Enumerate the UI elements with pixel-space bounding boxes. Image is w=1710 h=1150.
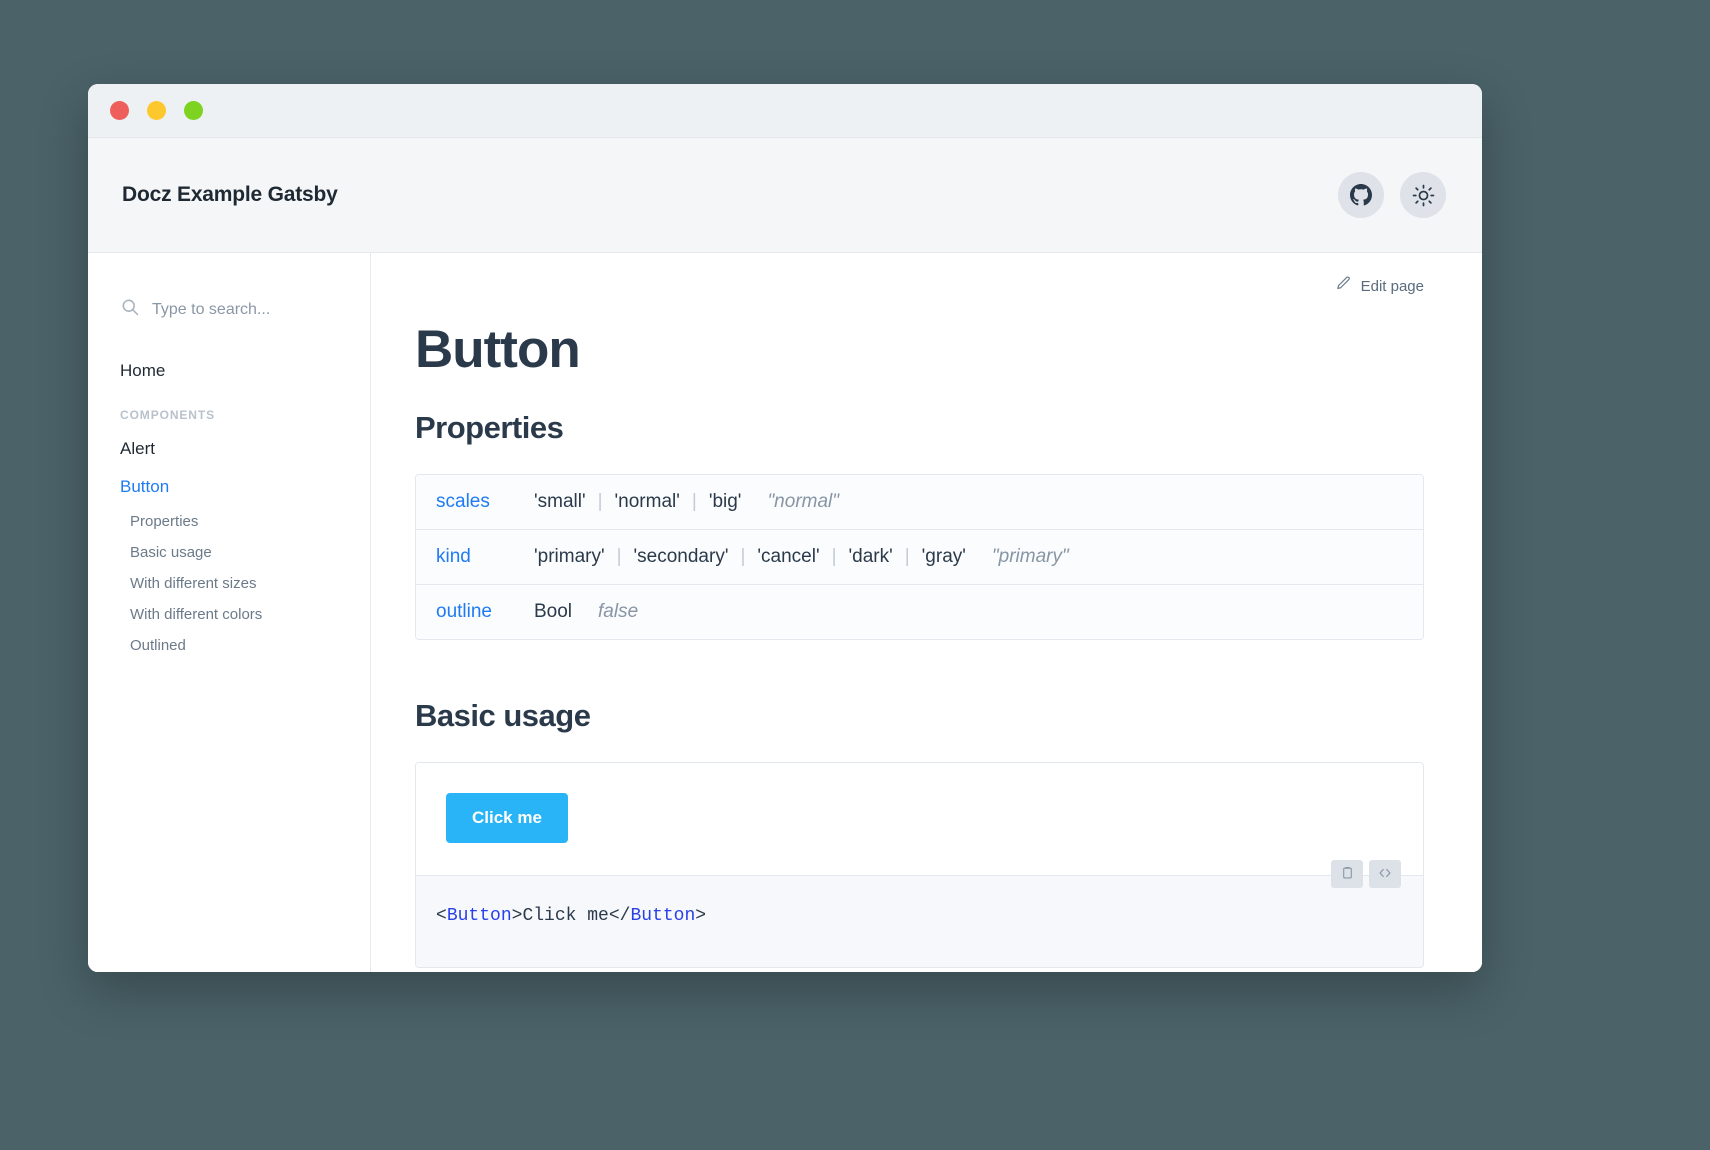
property-type: 'small' | 'normal' | 'big' [534,491,741,513]
type-value: 'cancel' [757,546,820,567]
minimize-window-button[interactable] [147,101,166,120]
table-row: scales 'small' | 'normal' | 'big' "norma… [416,475,1423,530]
code-tag-name: Button [446,906,512,926]
site-header: Docz Example Gatsby [88,138,1482,253]
type-separator: | [740,546,746,567]
type-value: 'gray' [921,546,966,567]
window-body: Home COMPONENTS Alert Button Properties … [88,253,1482,972]
search-icon [120,297,140,322]
property-name: outline [436,601,492,622]
properties-heading: Properties [415,410,564,445]
sidebar-subitem-properties[interactable]: Properties [88,506,370,537]
type-value: 'dark' [848,546,893,567]
code-icon [1377,866,1393,883]
code-toolbar [1331,860,1401,888]
window-titlebar [88,84,1482,138]
code-tag-name: Button [630,906,696,926]
sidebar-subitem-outlined[interactable]: Outlined [88,630,370,661]
main-content: Edit page Button Properties scales 'smal… [371,253,1482,972]
type-separator: | [904,546,910,567]
property-name: kind [436,546,471,567]
basic-usage-heading: Basic usage [415,698,591,733]
maximize-window-button[interactable] [184,101,203,120]
type-value: 'big' [708,491,742,512]
code-bracket: < [436,906,447,926]
code-text: Click me [522,906,609,926]
type-value: Bool [534,601,573,622]
property-default: "normal" [767,491,840,512]
show-code-button[interactable] [1369,860,1401,888]
app-window: Docz Example Gatsby Type to search... Ho… [88,84,1482,972]
code-snippet: <Button>Click me</Button> [436,906,1397,926]
code-playground: Click me <Button>Click me</Button> [415,762,1424,968]
code-bracket: > [511,906,523,926]
type-separator: | [691,491,697,512]
playground-code: <Button>Click me</Button> [416,860,1423,967]
github-link-button[interactable] [1338,172,1384,218]
sidebar-item-home[interactable]: Home [88,352,370,390]
type-separator: | [831,546,837,567]
type-separator: | [616,546,622,567]
search-input[interactable] [152,300,342,319]
copy-code-button[interactable] [1331,860,1363,888]
header-actions [1338,172,1446,218]
playground-preview: Click me [416,763,1423,875]
type-value: 'normal' [614,491,680,512]
sidebar-subitem-with-different-colors[interactable]: With different colors [88,599,370,630]
property-default: false [598,601,639,622]
property-default: "primary" [991,546,1069,567]
code-bracket: </ [608,906,631,926]
sun-icon [1412,184,1435,207]
type-separator: | [597,491,603,512]
sidebar: Home COMPONENTS Alert Button Properties … [88,253,371,972]
github-icon [1350,184,1372,206]
sidebar-item-alert[interactable]: Alert [88,430,370,468]
sidebar-item-button[interactable]: Button [88,468,370,506]
site-brand: Docz Example Gatsby [122,183,338,206]
property-type: 'primary' | 'secondary' | 'cancel' | 'da… [534,546,966,568]
sidebar-search[interactable] [88,297,370,322]
page-title: Button [415,320,581,379]
type-value: 'secondary' [633,546,729,567]
property-name: scales [436,491,490,512]
click-me-button[interactable]: Click me [446,793,568,843]
code-bracket: > [695,906,707,926]
close-window-button[interactable] [110,101,129,120]
table-row: outline Bool false [416,585,1423,639]
clipboard-icon [1341,865,1354,883]
traffic-lights [110,101,203,120]
pencil-icon [1335,275,1352,297]
color-mode-toggle-button[interactable] [1400,172,1446,218]
type-value: 'small' [534,491,586,512]
sidebar-subitem-basic-usage[interactable]: Basic usage [88,537,370,568]
sidebar-group-components: COMPONENTS [120,408,216,422]
edit-page-link[interactable]: Edit page [1361,278,1424,295]
property-type: Bool [534,601,572,623]
table-row: kind 'primary' | 'secondary' | 'cancel' … [416,530,1423,585]
type-value: 'primary' [534,546,605,567]
properties-table: scales 'small' | 'normal' | 'big' "norma… [415,474,1424,640]
edit-page-row: Edit page [415,275,1424,297]
sidebar-subitem-with-different-sizes[interactable]: With different sizes [88,568,370,599]
